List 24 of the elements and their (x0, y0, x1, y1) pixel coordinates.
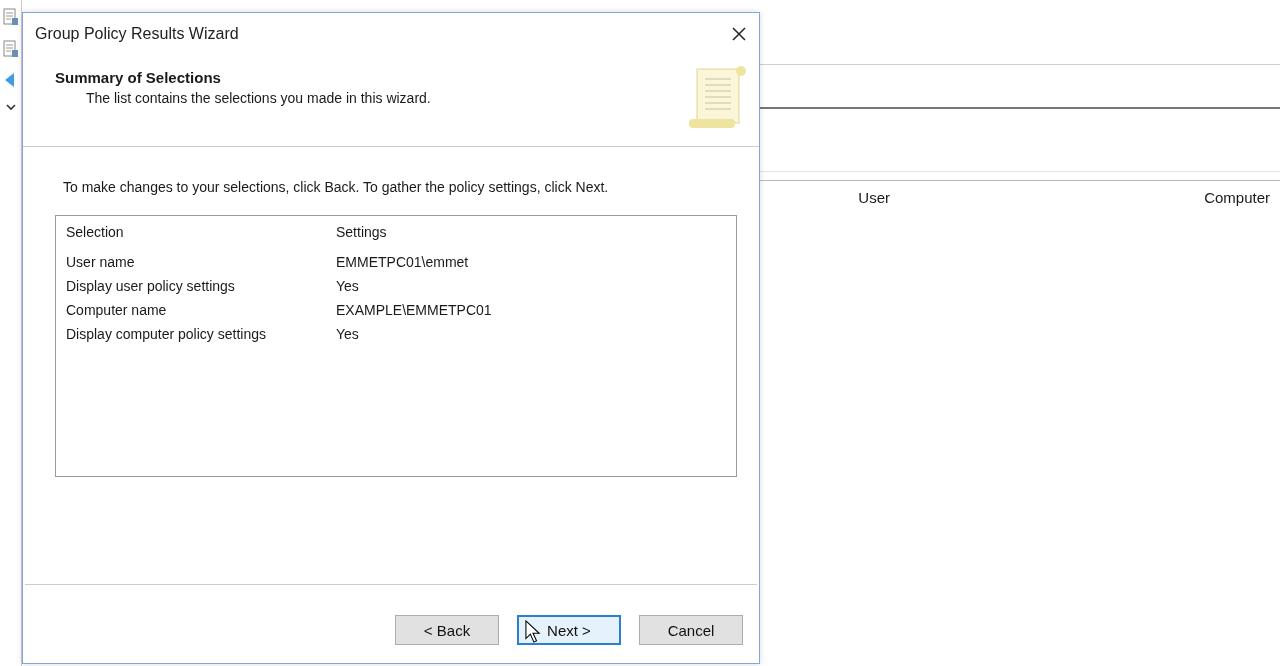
page-heading: Summary of Selections (55, 69, 222, 86)
instruction-text: To make changes to your selections, click Back. To gather the policy settings, click Next. (62, 179, 610, 195)
list-cell-text: User name (66, 254, 136, 272)
cursor-icon (525, 620, 541, 643)
wizard-button[interactable]: Cancel (639, 615, 743, 645)
column-header: Settings (336, 224, 388, 242)
list-cell-text: Display user policy settings (66, 278, 236, 296)
wizard-button[interactable]: Next > (517, 615, 621, 645)
list-cell-text: EXAMPLE\EMMETPC01 (336, 302, 493, 320)
wizard-button[interactable]: < Back (395, 615, 499, 645)
close-icon[interactable] (731, 26, 747, 42)
document-icon[interactable] (2, 40, 19, 58)
list-cell-text: Yes (336, 278, 360, 296)
column-header[interactable]: User (858, 189, 890, 206)
list-cell-text: Computer name (66, 302, 168, 320)
column-header[interactable]: Computer (1204, 189, 1280, 206)
window-title: Group Policy Results Wizard (35, 25, 239, 43)
list-cell-text: Yes (336, 326, 360, 344)
column-header: Selection (66, 224, 125, 242)
list-cell-text: EMMETPC01\emmet (336, 254, 470, 272)
list-cell-text: Display computer policy settings (66, 326, 267, 344)
page-subtitle: The list contains the selections you made in this wizard. (85, 90, 431, 106)
chevron-icon[interactable] (4, 102, 17, 112)
document-icon[interactable] (2, 8, 19, 26)
